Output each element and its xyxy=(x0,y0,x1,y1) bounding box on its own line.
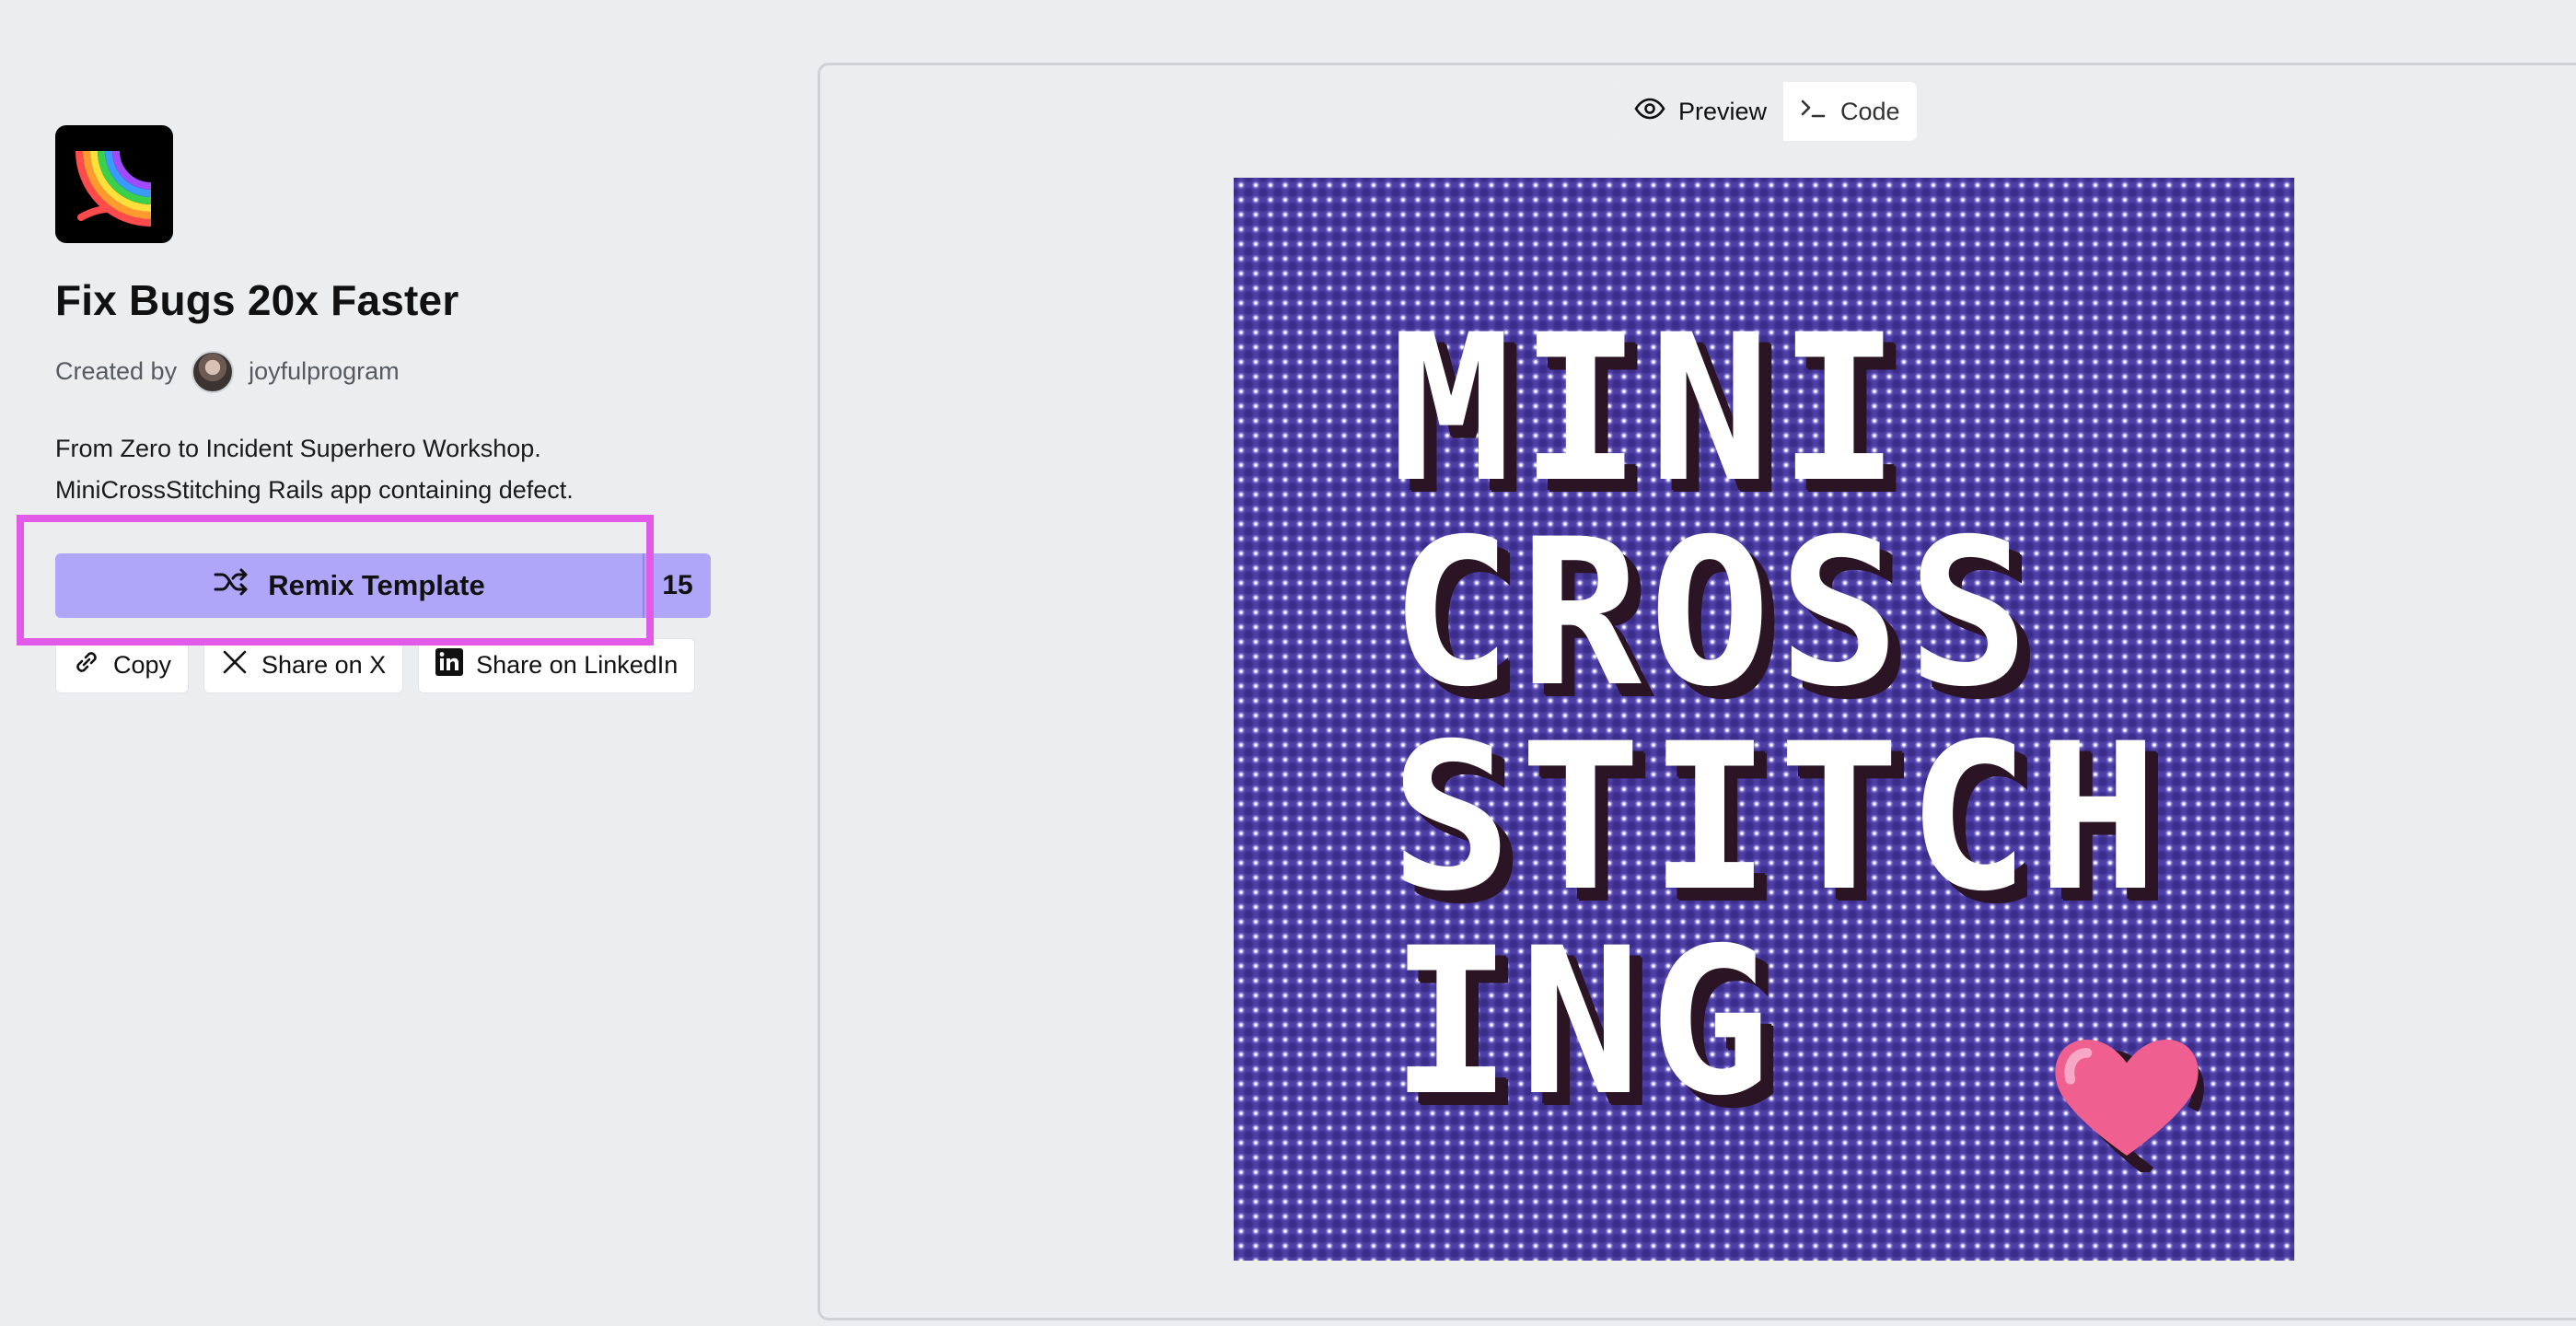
preview-panel: Preview Code MINI CROSS STITCH ING xyxy=(818,63,2576,1320)
description-line-2: MiniCrossStitching Rails app containing … xyxy=(55,475,574,504)
page: Fix Bugs 20x Faster Created by joyfulpro… xyxy=(0,0,2576,1326)
remix-row: Remix Template 15 xyxy=(17,514,711,646)
copy-label: Copy xyxy=(113,651,172,680)
template-info: Fix Bugs 20x Faster Created by joyfulpro… xyxy=(17,125,718,693)
share-on-x-label: Share on X xyxy=(261,651,387,680)
remix-count: 15 xyxy=(643,552,711,618)
author-name[interactable]: joyfulprogram xyxy=(249,357,400,386)
eye-icon xyxy=(1634,98,1665,126)
terminal-icon xyxy=(1800,98,1828,126)
shuffle-icon xyxy=(213,567,249,604)
tab-code-label: Code xyxy=(1840,97,1900,125)
share-on-linkedin-button[interactable]: Share on LinkedIn xyxy=(418,637,696,693)
rainbow-app-icon xyxy=(55,125,173,243)
share-row: Copy Share on X Share on LinkedIn xyxy=(55,637,718,693)
remix-template-label: Remix Template xyxy=(268,568,485,601)
view-toggle: Preview Code xyxy=(1618,82,1917,141)
share-on-x-button[interactable]: Share on X xyxy=(203,637,404,693)
cross-stitch-text: MINI CROSS STITCH ING xyxy=(1390,307,2219,1124)
description-line-1: From Zero to Incident Superhero Workshop… xyxy=(55,434,541,462)
linkedin-icon xyxy=(435,648,464,682)
avatar[interactable] xyxy=(191,350,235,393)
created-by-label: Created by xyxy=(55,357,178,386)
tab-code[interactable]: Code xyxy=(1783,82,1917,141)
heart-icon xyxy=(2055,1040,2204,1172)
stitch-line-2: CROSS xyxy=(1390,495,2037,731)
cross-stitch-preview-image: MINI CROSS STITCH ING xyxy=(1234,178,2294,1261)
template-title: Fix Bugs 20x Faster xyxy=(55,276,459,324)
stitch-line-3: STITCH xyxy=(1390,700,2166,936)
template-description: From Zero to Incident Superhero Workshop… xyxy=(55,428,718,511)
link-icon xyxy=(73,648,100,682)
copy-link-button[interactable]: Copy xyxy=(55,637,190,693)
created-by: Created by joyfulprogram xyxy=(55,350,718,393)
x-logo-icon xyxy=(221,648,249,682)
tab-preview-label: Preview xyxy=(1678,97,1768,125)
remix-template-button[interactable]: Remix Template xyxy=(55,552,643,618)
stitch-line-1: MINI xyxy=(1390,291,1908,527)
share-on-linkedin-label: Share on LinkedIn xyxy=(476,651,679,680)
stitch-line-4: ING xyxy=(1390,904,1779,1140)
tab-preview[interactable]: Preview xyxy=(1618,82,1784,141)
